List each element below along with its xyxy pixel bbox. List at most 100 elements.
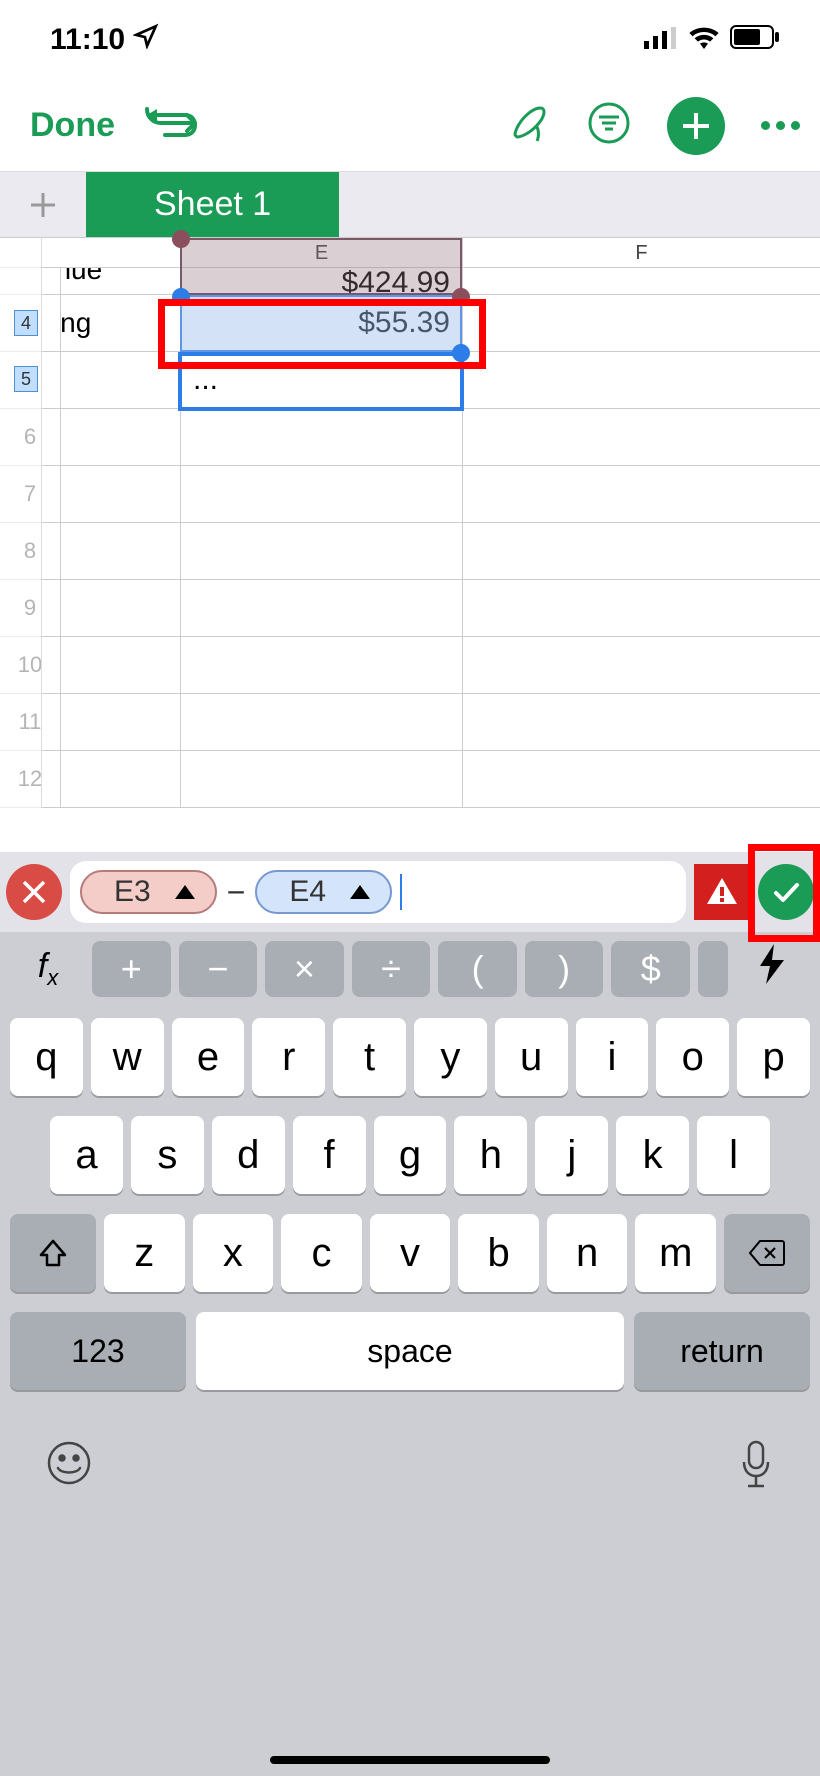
row-6[interactable]: 6 (0, 409, 820, 466)
add-sheet-button[interactable] (0, 172, 86, 237)
selection-e3 (180, 238, 462, 295)
cell-e11[interactable] (180, 694, 462, 750)
key-e[interactable]: e (172, 1018, 245, 1096)
key-c[interactable]: c (281, 1214, 362, 1292)
bolt-icon[interactable] (736, 944, 808, 994)
key-space[interactable]: space (196, 1312, 624, 1390)
op-divide[interactable]: ÷ (352, 941, 431, 997)
key-j[interactable]: j (535, 1116, 608, 1194)
key-z[interactable]: z (104, 1214, 185, 1292)
cell-f5[interactable] (462, 352, 820, 408)
key-b[interactable]: b (458, 1214, 539, 1292)
kb-row-3: z x c v b n m (6, 1214, 814, 1292)
signal-icon (644, 23, 678, 57)
key-k[interactable]: k (616, 1116, 689, 1194)
kb-row-4: 123 space return (6, 1312, 814, 1390)
sheet-tabs: Sheet 1 (0, 172, 820, 238)
formula-token-e4[interactable]: E4 (255, 870, 392, 914)
formula-minus: − (227, 874, 246, 911)
key-123[interactable]: 123 (10, 1312, 186, 1390)
more-icon[interactable] (761, 121, 800, 130)
key-s[interactable]: s (131, 1116, 204, 1194)
cell-d3: revenue (60, 268, 102, 286)
status-time: 11:10 (50, 23, 125, 57)
key-o[interactable]: o (656, 1018, 729, 1096)
cell-f3[interactable] (462, 268, 820, 294)
key-n[interactable]: n (547, 1214, 628, 1292)
cell-e10[interactable] (180, 637, 462, 693)
filter-icon[interactable] (587, 101, 631, 150)
key-i[interactable]: i (576, 1018, 649, 1096)
cell-e9[interactable] (180, 580, 462, 636)
op-plus[interactable]: + (92, 941, 171, 997)
key-d[interactable]: d (212, 1116, 285, 1194)
row-11[interactable]: 11 (0, 694, 820, 751)
row-7[interactable]: 7 (0, 466, 820, 523)
op-lparen[interactable]: ( (438, 941, 517, 997)
row-8[interactable]: 8 (0, 523, 820, 580)
op-more[interactable] (698, 941, 728, 997)
cell-e7[interactable] (180, 466, 462, 522)
row-10[interactable]: 10 (0, 637, 820, 694)
location-icon (133, 23, 159, 57)
operator-row: fx + − × ÷ ( ) $ (0, 932, 820, 1006)
kb-row-2: a s d f g h j k l (6, 1116, 814, 1194)
key-v[interactable]: v (370, 1214, 451, 1292)
fx-button[interactable]: fx (12, 947, 84, 991)
row-12[interactable]: 12 (0, 751, 820, 808)
emoji-icon[interactable] (46, 1440, 92, 1495)
key-r[interactable]: r (252, 1018, 325, 1096)
row-9[interactable]: 9 (0, 580, 820, 637)
kb-row-5 (6, 1410, 814, 1495)
key-f[interactable]: f (293, 1116, 366, 1194)
mic-icon[interactable] (738, 1440, 774, 1495)
home-indicator[interactable] (270, 1756, 550, 1764)
formula-token-e3[interactable]: E3 (80, 870, 217, 914)
key-return[interactable]: return (634, 1312, 810, 1390)
key-g[interactable]: g (374, 1116, 447, 1194)
key-q[interactable]: q (10, 1018, 83, 1096)
row-indicator-5: 5 (14, 366, 38, 392)
col-header-f[interactable]: F (462, 238, 820, 268)
highlight-box-confirm (748, 844, 820, 942)
highlight-box-cell (158, 299, 486, 369)
key-t[interactable]: t (333, 1018, 406, 1096)
undo-icon[interactable] (145, 103, 197, 148)
paint-icon[interactable] (507, 101, 551, 150)
key-l[interactable]: l (697, 1116, 770, 1194)
kb-row-1: q w e r t y u i o p (6, 1018, 814, 1096)
cell-f4[interactable] (462, 295, 820, 351)
formula-input[interactable]: E3 − E4 (70, 861, 686, 923)
op-times[interactable]: × (265, 941, 344, 997)
sheet-tab-1[interactable]: Sheet 1 (86, 172, 339, 237)
token-dropdown-icon (175, 885, 195, 899)
op-rparen[interactable]: ) (525, 941, 604, 997)
op-dollar[interactable]: $ (611, 941, 690, 997)
key-x[interactable]: x (193, 1214, 274, 1292)
key-h[interactable]: h (454, 1116, 527, 1194)
status-bar: 11:10 (0, 0, 820, 80)
done-button[interactable]: Done (30, 106, 115, 145)
battery-icon (730, 23, 780, 57)
key-backspace[interactable] (724, 1214, 810, 1292)
token-dropdown-icon (350, 885, 370, 899)
key-a[interactable]: a (50, 1116, 123, 1194)
key-y[interactable]: y (414, 1018, 487, 1096)
op-minus[interactable]: − (179, 941, 258, 997)
keyboard: q w e r t y u i o p a s d f g h j k l z … (0, 1006, 820, 1776)
cell-e8[interactable] (180, 523, 462, 579)
key-u[interactable]: u (495, 1018, 568, 1096)
cell-e12[interactable] (180, 751, 462, 807)
key-m[interactable]: m (635, 1214, 716, 1292)
warning-button[interactable] (694, 864, 750, 920)
toolbar: Done (0, 80, 820, 172)
text-cursor (400, 874, 402, 910)
cell-e6[interactable] (180, 409, 462, 465)
handle-e3-top[interactable] (172, 230, 190, 248)
add-button[interactable] (667, 97, 725, 155)
formula-bar: E3 − E4 (0, 852, 820, 932)
cancel-button[interactable] (6, 864, 62, 920)
key-p[interactable]: p (737, 1018, 810, 1096)
key-w[interactable]: w (91, 1018, 164, 1096)
key-shift[interactable] (10, 1214, 96, 1292)
